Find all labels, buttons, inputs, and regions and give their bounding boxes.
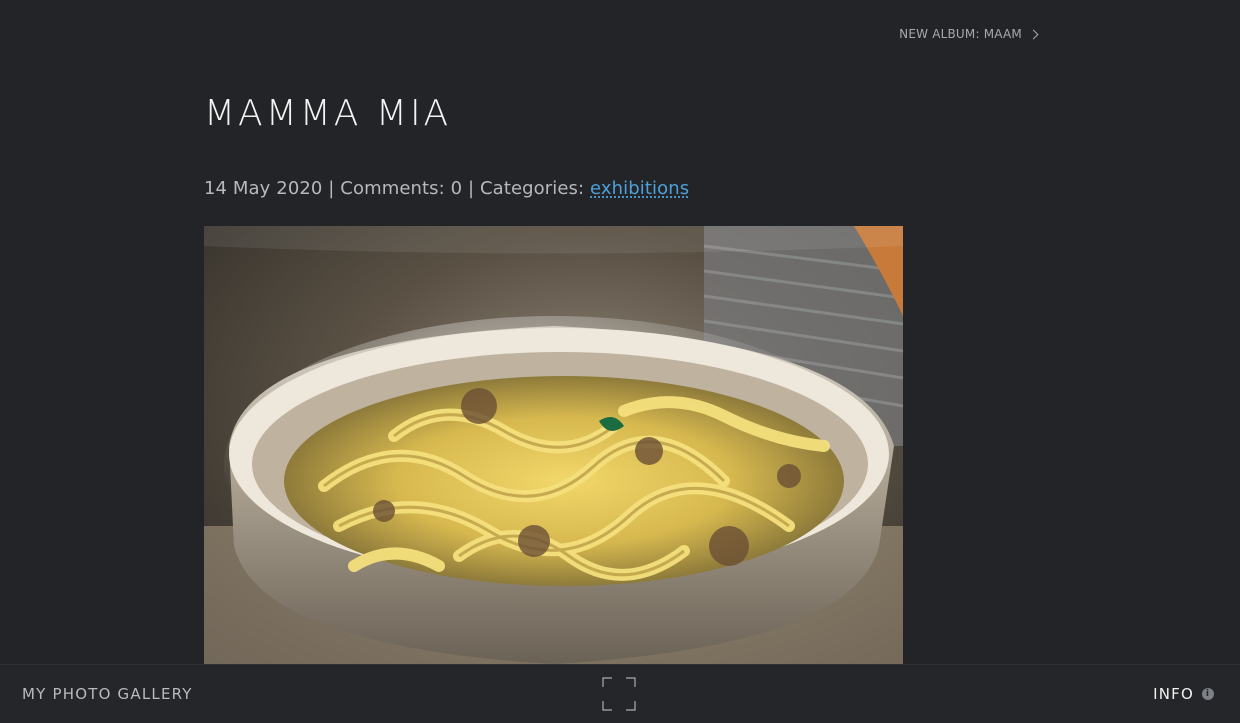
post-date: 14 May 2020 (204, 178, 323, 199)
meta-separator: | (322, 178, 341, 199)
post-title: MAMMA MIA (204, 93, 452, 134)
pasta-dish-illustration (204, 226, 903, 664)
info-label: INFO (1153, 685, 1194, 703)
meta-separator: | (462, 178, 481, 199)
post-meta: 14 May 2020 | Comments: 0 | Categories: … (204, 178, 689, 199)
fullscreen-icon[interactable] (602, 677, 636, 711)
category-link-exhibitions[interactable]: exhibitions (590, 178, 689, 199)
next-album-link[interactable]: NEW ALBUM: MAAM (899, 27, 1039, 41)
comments-count: Comments: 0 (340, 178, 463, 199)
next-album-label: NEW ALBUM: MAAM (899, 27, 1022, 41)
site-title[interactable]: MY PHOTO GALLERY (22, 685, 193, 703)
info-button[interactable]: INFO i (1153, 685, 1214, 703)
info-icon: i (1202, 688, 1214, 700)
categories-label: Categories: (480, 178, 591, 199)
fullscreen-icon-graphic (602, 677, 636, 711)
footer-bar: MY PHOTO GALLERY INFO i (0, 664, 1240, 723)
chevron-right-icon (1028, 29, 1039, 40)
pasta-dish-image[interactable] (204, 226, 903, 664)
page: NEW ALBUM: MAAM MAMMA MIA 14 May 2020 | … (0, 0, 1240, 723)
